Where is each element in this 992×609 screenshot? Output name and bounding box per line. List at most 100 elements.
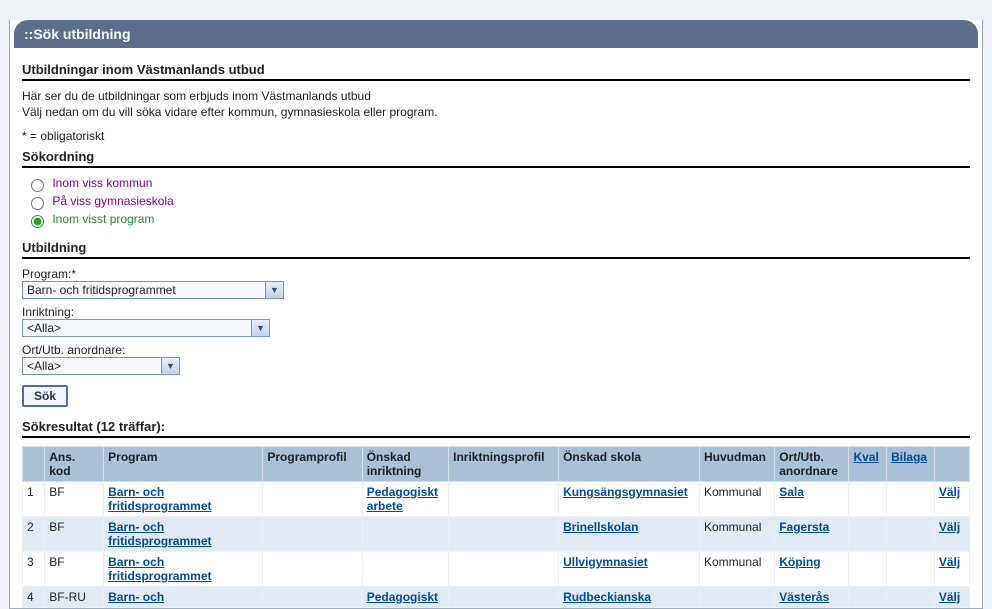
col-anskod: Ans. kod	[45, 447, 104, 482]
program-select[interactable]: Barn- och fritidsprogrammet ▼	[22, 281, 284, 299]
valj-link[interactable]: Välj	[939, 590, 960, 604]
intro-divider	[22, 79, 970, 81]
cell-program: Barn- och fritidsprogrammet	[104, 517, 263, 552]
skola-link[interactable]: Brinellskolan	[563, 520, 638, 534]
col-huvudman: Huvudman	[700, 447, 775, 482]
radio-kommun-label[interactable]: Inom viss kommun	[52, 176, 152, 190]
ort-link[interactable]: Sala	[779, 485, 804, 499]
cell-ort: Köping	[775, 552, 849, 587]
program-link[interactable]: Barn- och fritidsprogrammet	[108, 485, 211, 513]
cell-idx: 1	[23, 482, 45, 517]
sokordning-divider	[22, 166, 970, 168]
cell-profil	[263, 517, 362, 552]
cell-ort: Sala	[775, 482, 849, 517]
valj-link[interactable]: Välj	[939, 520, 960, 534]
mandatory-note: * = obligatoriskt	[22, 129, 970, 143]
skola-link[interactable]: Kungsängsgymnasiet	[563, 485, 688, 499]
program-link[interactable]: Barn- och	[108, 590, 164, 604]
chevron-down-icon: ▼	[265, 282, 283, 298]
program-link[interactable]: Barn- och fritidsprogrammet	[108, 555, 211, 583]
ort-link[interactable]: Köping	[779, 555, 820, 569]
intro-line1: Här ser du de utbildningar som erbjuds i…	[22, 89, 970, 103]
utbildning-divider	[22, 257, 970, 259]
radio-program-label[interactable]: Inom visst program	[52, 212, 154, 226]
table-row: 3BFBarn- och fritidsprogrammetUllvigymna…	[23, 552, 970, 587]
cell-onskad-inriktning	[362, 552, 448, 587]
cell-program: Barn- och fritidsprogrammet	[104, 482, 263, 517]
cell-valj: Välj	[934, 482, 969, 517]
cell-huvudman	[700, 587, 775, 608]
inriktning-select-value: <Alla>	[27, 321, 61, 335]
cell-huvudman: Kommunal	[700, 482, 775, 517]
chevron-down-icon: ▼	[251, 320, 269, 336]
cell-program: Barn- och fritidsprogrammet	[104, 552, 263, 587]
cell-bilaga	[887, 517, 935, 552]
intro-block: Utbildningar inom Västmanlands utbud Här…	[22, 62, 970, 143]
cell-anskod: BF-RU	[45, 587, 104, 608]
program-select-value: Barn- och fritidsprogrammet	[27, 283, 176, 297]
cell-ort: Västerås	[775, 587, 849, 608]
cell-valj: Välj	[934, 517, 969, 552]
col-onskad-inriktning: Önskad inriktning	[362, 447, 448, 482]
ort-label: Ort/Utb. anordnare:	[22, 343, 970, 357]
cell-onskad-inriktning: Pedagogiskt arbete	[362, 482, 448, 517]
cell-bilaga	[887, 587, 935, 608]
cell-inriktningsprofil	[449, 482, 559, 517]
cell-bilaga	[887, 482, 935, 517]
search-button[interactable]: Sök	[22, 385, 68, 407]
col-bilaga[interactable]: Bilaga	[887, 447, 935, 482]
cell-valj: Välj	[934, 587, 969, 608]
cell-bilaga	[887, 552, 935, 587]
chevron-down-icon: ▼	[161, 358, 179, 374]
cell-program: Barn- och	[104, 587, 263, 608]
inriktning-select[interactable]: <Alla> ▼	[22, 319, 270, 337]
cell-kval	[849, 482, 887, 517]
inriktning-label: Inriktning:	[22, 305, 970, 319]
cell-profil	[263, 587, 362, 608]
cell-valj: Välj	[934, 552, 969, 587]
cell-kval	[849, 517, 887, 552]
radio-program[interactable]	[31, 215, 44, 228]
results-table: Ans. kod Program Programprofil Önskad in…	[22, 446, 970, 608]
table-row: 2BFBarn- och fritidsprogrammetBrinellsko…	[23, 517, 970, 552]
col-program: Program	[104, 447, 263, 482]
cell-ort: Fagersta	[775, 517, 849, 552]
skola-link[interactable]: Rudbeckianska	[563, 590, 651, 604]
sokordning-heading: Sökordning	[22, 149, 970, 164]
cell-profil	[263, 482, 362, 517]
cell-anskod: BF	[45, 482, 104, 517]
radio-gymnasie-label[interactable]: På viss gymnasieskola	[52, 194, 173, 208]
col-inriktningsprofil: Inriktningsprofil	[449, 447, 559, 482]
cell-inriktningsprofil	[449, 587, 559, 608]
utbildning-heading: Utbildning	[22, 240, 970, 255]
inriktning-link[interactable]: Pedagogiskt arbete	[367, 485, 438, 513]
cell-onskad-inriktning	[362, 517, 448, 552]
ort-link[interactable]: Fagersta	[779, 520, 829, 534]
inriktning-link[interactable]: Pedagogiskt	[367, 590, 438, 604]
radio-kommun[interactable]	[31, 179, 44, 192]
sokordning-options: Inom viss kommun På viss gymnasieskola I…	[26, 176, 970, 228]
col-kval[interactable]: Kval	[849, 447, 887, 482]
table-row: 4BF-RUBarn- ochPedagogisktRudbeckianskaV…	[23, 587, 970, 608]
valj-link[interactable]: Välj	[939, 485, 960, 499]
cell-kval	[849, 552, 887, 587]
ort-select-value: <Alla>	[27, 359, 61, 373]
cell-profil	[263, 552, 362, 587]
intro-heading: Utbildningar inom Västmanlands utbud	[22, 62, 970, 77]
cell-huvudman: Kommunal	[700, 517, 775, 552]
program-link[interactable]: Barn- och fritidsprogrammet	[108, 520, 211, 548]
ort-select[interactable]: <Alla> ▼	[22, 357, 180, 375]
intro-line2: Välj nedan om du vill söka vidare efter …	[22, 105, 970, 119]
col-onskad-skola: Önskad skola	[559, 447, 700, 482]
table-row: 1BFBarn- och fritidsprogrammet Pedagogisk…	[23, 482, 970, 517]
cell-onskad-skola: Kungsängsgymnasiet	[559, 482, 700, 517]
skola-link[interactable]: Ullvigymnasiet	[563, 555, 648, 569]
radio-gymnasie[interactable]	[31, 197, 44, 210]
col-valj	[934, 447, 969, 482]
cell-onskad-inriktning: Pedagogiskt	[362, 587, 448, 608]
cell-idx: 3	[23, 552, 45, 587]
ort-link[interactable]: Västerås	[779, 590, 829, 604]
valj-link[interactable]: Välj	[939, 555, 960, 569]
results-heading: Sökresultat (12 träffar):	[22, 419, 970, 434]
cell-anskod: BF	[45, 517, 104, 552]
